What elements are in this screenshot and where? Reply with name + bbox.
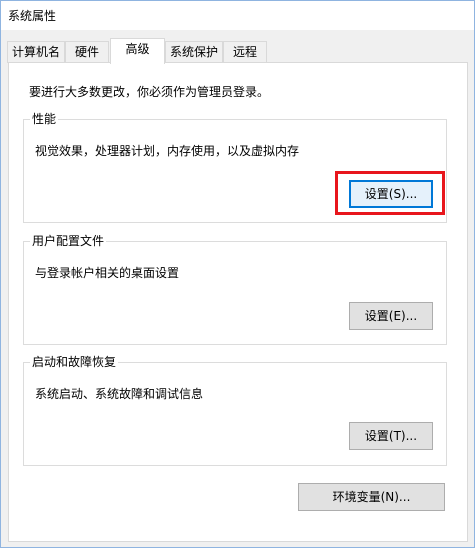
tab-remote[interactable]: 远程 (223, 41, 267, 63)
advanced-tab-panel: 要进行大多数更改，你必须作为管理员登录。 性能 视觉效果，处理器计划，内存使用，… (8, 62, 468, 542)
highlight-annotation (335, 171, 445, 215)
title-bar: 系统属性 (1, 1, 474, 30)
tab-hardware[interactable]: 硬件 (65, 41, 109, 63)
startup-recovery-description: 系统启动、系统故障和调试信息 (35, 387, 204, 401)
performance-group-title: 性能 (30, 111, 59, 127)
startup-recovery-group: 启动和故障恢复 系统启动、系统故障和调试信息 设置(T)... (23, 354, 447, 466)
system-properties-window: 系统属性 计算机名 硬件 高级 系统保护 远程 要进行大多数更改，你必须作为管理… (0, 0, 475, 548)
startup-recovery-settings-button[interactable]: 设置(T)... (349, 422, 433, 450)
user-profiles-description: 与登录帐户相关的桌面设置 (35, 266, 180, 280)
tab-system-protection[interactable]: 系统保护 (165, 41, 223, 63)
tab-advanced[interactable]: 高级 (110, 38, 165, 64)
environment-variables-button[interactable]: 环境变量(N)... (298, 483, 445, 511)
user-profiles-group: 用户配置文件 与登录帐户相关的桌面设置 设置(E)... (23, 233, 447, 345)
admin-note: 要进行大多数更改，你必须作为管理员登录。 (29, 85, 270, 99)
user-profiles-settings-button[interactable]: 设置(E)... (349, 302, 433, 330)
performance-description: 视觉效果，处理器计划，内存使用，以及虚拟内存 (35, 144, 300, 158)
tab-strip: 计算机名 硬件 高级 系统保护 远程 (1, 38, 474, 64)
user-profiles-group-title: 用户配置文件 (30, 233, 107, 249)
tab-computer-name[interactable]: 计算机名 (7, 41, 65, 63)
startup-recovery-group-title: 启动和故障恢复 (30, 354, 119, 370)
window-title: 系统属性 (8, 9, 57, 23)
